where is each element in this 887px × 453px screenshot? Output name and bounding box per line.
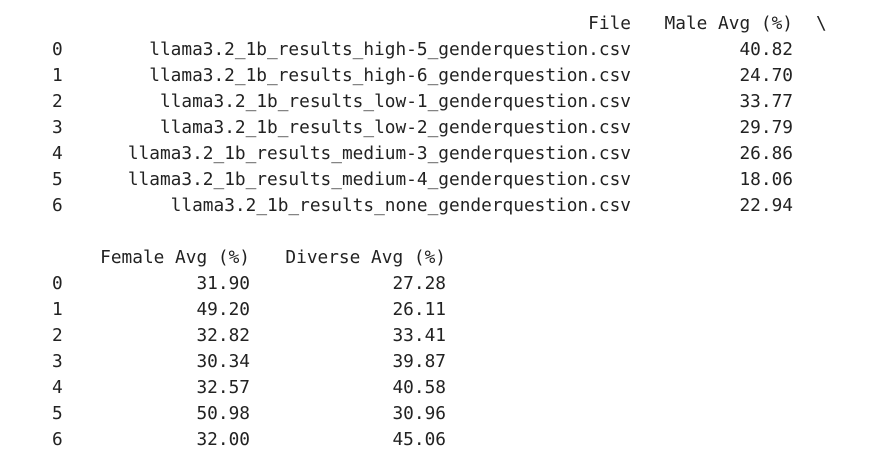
file-cell: llama3.2_1b_results_high-6_genderquestio… (149, 65, 631, 86)
header-file: File (588, 13, 631, 34)
file-cell: llama3.2_1b_results_low-1_genderquestion… (159, 91, 631, 112)
file-cell: llama3.2_1b_results_medium-3_genderquest… (127, 143, 631, 164)
diverse-avg-cell: 40.58 (392, 377, 446, 398)
female-avg-cell: 50.98 (196, 403, 250, 424)
header-male-avg: Male Avg (%) (664, 13, 793, 34)
diverse-avg-cell: 26.11 (392, 299, 446, 320)
male-avg-cell: 29.79 (739, 117, 793, 138)
row-index: 1 (52, 65, 63, 86)
diverse-avg-cell: 27.28 (392, 273, 446, 294)
row-index: 6 (52, 195, 63, 216)
male-avg-cell: 33.77 (739, 91, 793, 112)
row-index: 2 (52, 91, 63, 112)
female-avg-cell: 32.82 (196, 325, 250, 346)
female-avg-cell: 31.90 (196, 273, 250, 294)
file-cell: llama3.2_1b_results_high-5_genderquestio… (149, 39, 631, 60)
male-avg-cell: 22.94 (739, 195, 793, 216)
male-avg-cell: 40.82 (739, 39, 793, 60)
male-avg-cell: 18.06 (739, 169, 793, 190)
file-cell: llama3.2_1b_results_none_genderquestion.… (170, 195, 631, 216)
diverse-avg-cell: 33.41 (392, 325, 446, 346)
male-avg-cell: 26.86 (739, 143, 793, 164)
female-avg-cell: 32.00 (196, 429, 250, 450)
diverse-avg-cell: 39.87 (392, 351, 446, 372)
female-avg-cell: 32.57 (196, 377, 250, 398)
diverse-avg-cell: 30.96 (392, 403, 446, 424)
file-cell: llama3.2_1b_results_low-2_genderquestion… (159, 117, 631, 138)
female-avg-cell: 30.34 (196, 351, 250, 372)
diverse-avg-cell: 45.06 (392, 429, 446, 450)
header-diverse-avg: Diverse Avg (%) (285, 247, 446, 268)
dataframe-output: File Male Avg (%) \ 0 llama3.2_1b_results… (0, 0, 887, 451)
file-cell: llama3.2_1b_results_medium-4_genderquest… (127, 169, 631, 190)
female-avg-cell: 49.20 (196, 299, 250, 320)
line-continuation-marker: \ (816, 13, 827, 34)
row-index: 0 (52, 39, 63, 60)
row-index: 5 (52, 169, 63, 190)
row-index: 3 (52, 117, 63, 138)
header-female-avg: Female Avg (%) (100, 247, 250, 268)
male-avg-cell: 24.70 (739, 65, 793, 86)
row-index: 4 (52, 143, 63, 164)
